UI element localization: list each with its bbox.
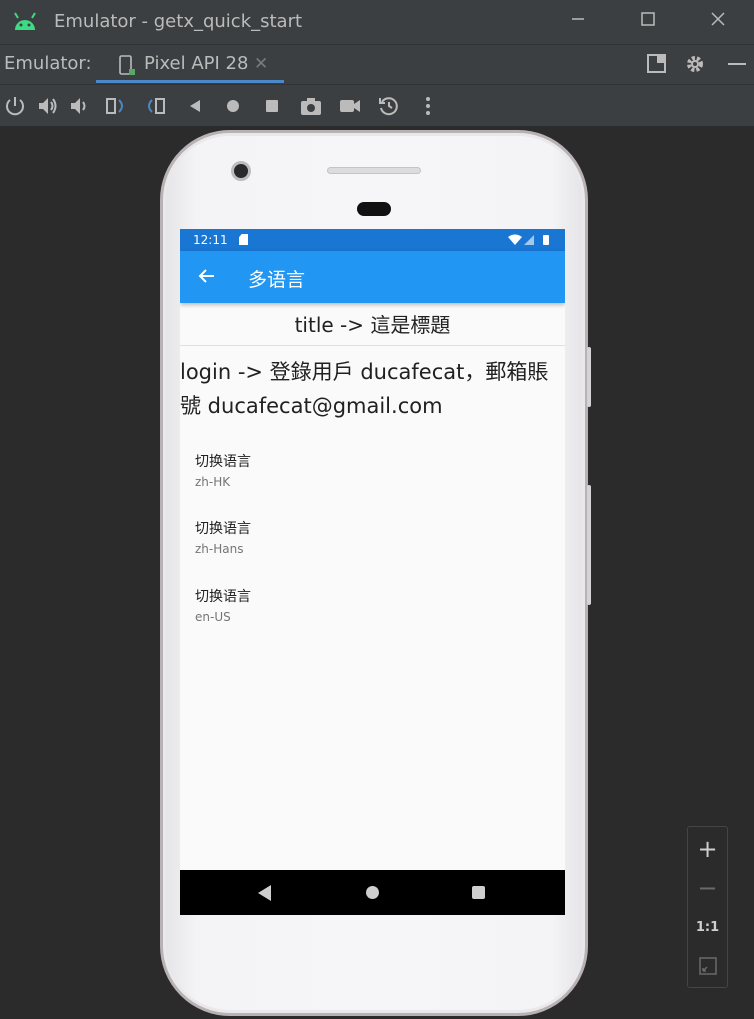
gear-icon [687,56,703,72]
window-titlebar: Emulator - getx_quick_start [0,0,754,44]
volume-side-button [587,485,591,605]
language-item-title: 切换语言 [195,589,251,605]
rotate-left-icon [106,98,123,114]
power-side-button [587,347,591,407]
history-icon [379,97,398,116]
tab-label: Pixel API 28 [144,53,249,74]
maximize-button[interactable] [634,8,662,36]
translated-login-text: login -> 登錄用戶 ducafecat，郵箱賬號 ducafecat@g… [180,360,549,418]
nav-recents-icon[interactable] [472,886,485,899]
volume-down-icon [71,98,86,114]
window-mode-button[interactable] [646,53,670,77]
device-icon [119,55,135,75]
hide-button[interactable] [726,53,750,77]
status-time: 12:11 [193,233,228,247]
zoom-in-button[interactable]: + [688,831,727,867]
maximize-icon [641,12,655,26]
front-camera [231,161,251,181]
video-camera-icon [340,100,360,112]
language-item-zh-hk[interactable]: 切换语言 zh-HK [195,451,495,489]
overview-icon [266,100,278,112]
battery-icon [543,235,549,245]
more-vertical-icon [426,97,430,115]
close-window-button[interactable] [704,8,732,36]
navigation-bar [180,870,565,915]
android-icon [14,12,36,30]
camera-icon [301,98,321,115]
rotate-right-icon [148,98,165,114]
rotate-right-button[interactable] [143,94,167,118]
overview-button[interactable] [260,94,284,118]
actual-size-button[interactable]: 1:1 [688,910,727,946]
back-icon [190,100,200,112]
close-icon [711,12,725,26]
tab-active-indicator [96,80,284,83]
minimize-button[interactable] [564,8,592,36]
status-icons [508,234,549,245]
proximity-sensor [357,202,391,216]
zoom-panel: + − 1:1 [687,826,728,988]
emulator-toolbar [0,84,754,126]
sd-card-icon [239,234,248,245]
signal-icon [524,235,534,245]
divider [180,345,565,346]
volume-up-button[interactable] [36,94,60,118]
language-item-locale: zh-Hans [195,542,244,556]
tab-pixel-api-28[interactable]: Pixel API 28 ✕ [96,45,284,85]
earpiece-speaker [327,167,421,174]
nav-back-icon[interactable] [258,885,271,901]
emulator-tabbar: Emulator: Pixel API 28 ✕ [0,44,754,84]
app-bar: 多语言 [180,251,565,303]
fit-screen-icon [698,957,717,975]
language-item-title: 切换语言 [195,454,251,470]
language-item-en-us[interactable]: 切换语言 en-US [195,586,495,624]
window-layout-icon [647,54,666,73]
rotate-left-button[interactable] [104,94,128,118]
emulator-label: Emulator: [4,53,92,74]
back-button[interactable] [183,94,207,118]
nav-home-icon[interactable] [366,886,379,899]
window-title: Emulator - getx_quick_start [54,11,303,32]
translated-title-text: title -> 這是標題 [294,313,451,337]
minimize-icon [728,63,746,65]
language-item-locale: zh-HK [195,475,231,489]
app-bar-title: 多语言 [248,269,306,291]
fit-screen-button[interactable] [688,948,727,984]
language-item-locale: en-US [195,610,231,624]
status-bar: 12:11 [180,229,565,251]
screen-record-button[interactable] [338,94,362,118]
device-screen[interactable]: 12:11 多语言 title -> 這是標題 login -> 登錄用戶 du… [180,229,565,915]
power-button[interactable] [3,94,27,118]
volume-down-button[interactable] [68,94,92,118]
screenshot-button[interactable] [299,94,323,118]
tab-close-icon[interactable]: ✕ [254,54,268,74]
language-item-title: 切换语言 [195,521,251,537]
language-item-zh-hans[interactable]: 切换语言 zh-Hans [195,518,495,556]
home-button[interactable] [221,94,245,118]
volume-up-icon [39,98,57,114]
power-icon [6,97,24,116]
settings-button[interactable] [684,53,708,77]
zoom-out-button[interactable]: − [688,870,727,906]
minimize-icon [572,18,584,20]
home-icon [227,100,239,112]
wifi-icon [508,234,522,245]
snapshot-button[interactable] [377,94,401,118]
more-button[interactable] [416,94,440,118]
arrow-back-icon[interactable] [197,266,217,286]
